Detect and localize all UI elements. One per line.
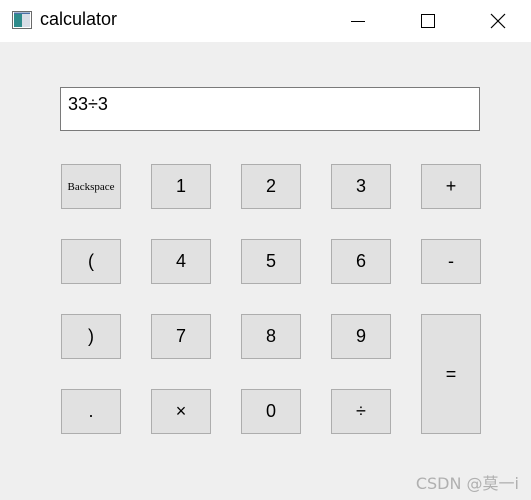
app-icon (12, 11, 32, 29)
decimal-point-button[interactable]: . (61, 389, 121, 434)
digit-1-button[interactable]: 1 (151, 164, 211, 209)
backspace-button[interactable]: Backspace (61, 164, 121, 209)
right-paren-button[interactable]: ) (61, 314, 121, 359)
digit-6-button[interactable]: 6 (331, 239, 391, 284)
digit-8-button[interactable]: 8 (241, 314, 301, 359)
close-icon (490, 13, 506, 29)
close-button[interactable] (475, 0, 521, 42)
digit-5-button[interactable]: 5 (241, 239, 301, 284)
maximize-button[interactable] (405, 0, 451, 42)
window-title: calculator (40, 9, 118, 29)
title-bar[interactable]: calculator (0, 0, 531, 42)
minimize-button[interactable] (335, 0, 381, 42)
multiply-button[interactable]: × (151, 389, 211, 434)
plus-button[interactable]: + (421, 164, 481, 209)
digit-2-button[interactable]: 2 (241, 164, 301, 209)
digit-3-button[interactable]: 3 (331, 164, 391, 209)
digit-7-button[interactable]: 7 (151, 314, 211, 359)
digit-9-button[interactable]: 9 (331, 314, 391, 359)
minus-button[interactable]: - (421, 239, 481, 284)
digit-0-button[interactable]: 0 (241, 389, 301, 434)
watermark: CSDN @莫一i (415, 474, 519, 493)
equals-button[interactable]: = (421, 314, 481, 434)
minimize-icon (351, 14, 365, 28)
digit-4-button[interactable]: 4 (151, 239, 211, 284)
expression-display[interactable]: 33÷3 (60, 87, 480, 131)
left-paren-button[interactable]: ( (61, 239, 121, 284)
divide-button[interactable]: ÷ (331, 389, 391, 434)
maximize-icon (421, 14, 435, 28)
